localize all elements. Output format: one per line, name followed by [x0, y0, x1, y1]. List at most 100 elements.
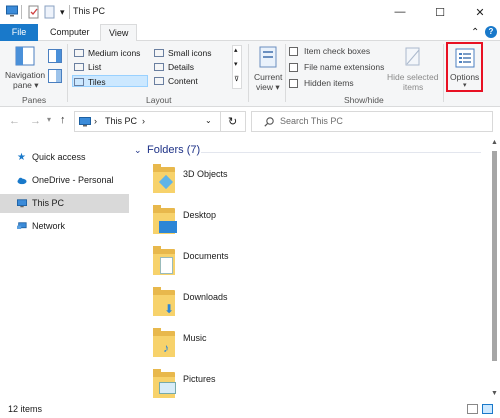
scroll-up-arrow-icon[interactable]: ▲	[491, 139, 498, 146]
help-icon[interactable]: ?	[485, 26, 497, 38]
tab-computer[interactable]: Computer	[42, 24, 98, 41]
navigation-pane-button[interactable]: Navigation pane ▾	[4, 43, 46, 93]
folder-pictures-icon	[150, 368, 178, 398]
sidebar-item-quick-access[interactable]: ★ Quick access	[0, 148, 129, 167]
folder-tile[interactable]: 3D Objects	[150, 163, 260, 195]
folder-downloads-icon: ⬇	[150, 286, 178, 316]
navigation-pane-sublabel: pane ▾	[13, 80, 39, 90]
item-check-boxes-checkbox[interactable]	[289, 47, 298, 56]
layout-medium-icons[interactable]: Medium icons	[74, 47, 140, 59]
search-placeholder: Search This PC	[280, 116, 343, 126]
preview-pane-button[interactable]	[48, 49, 62, 63]
address-bar[interactable]: › This PC › ⌄ ↻	[74, 111, 246, 132]
content-icon	[154, 77, 164, 85]
large-icons-view-toggle-icon[interactable]	[482, 404, 493, 414]
tab-view[interactable]: View	[100, 24, 138, 42]
current-view-button[interactable]: Current view ▾	[253, 44, 283, 92]
breadcrumb-chevron[interactable]: ›	[142, 116, 145, 126]
scrollbar-thumb[interactable]	[492, 151, 497, 361]
tab-file[interactable]: File	[0, 24, 38, 41]
folder-tile[interactable]: Documents	[150, 245, 260, 277]
options-button[interactable]: Options ▾	[446, 42, 483, 92]
hidden-items-toggle[interactable]: Hidden items	[289, 78, 379, 90]
options-icon	[455, 48, 475, 68]
options-dropdown-icon: ▾	[463, 82, 467, 89]
layout-gallery-scroll[interactable]: ▴ ▾ ⊽	[232, 45, 242, 89]
folder-music-icon: ♪	[150, 327, 178, 357]
back-arrow-icon[interactable]: ←	[9, 115, 20, 127]
layout-list[interactable]: List	[74, 61, 101, 73]
hide-selected-label: Hide selected	[387, 72, 439, 82]
vertical-scrollbar[interactable]: ▲ ▼	[489, 137, 500, 400]
address-row: ← → ▾ ↑ › This PC › ⌄ ↻ Search This PC	[0, 107, 500, 137]
search-box[interactable]: Search This PC	[251, 111, 493, 132]
sidebar-item-this-pc[interactable]: This PC	[0, 194, 129, 213]
customize-toolbar-icon[interactable]: ▾	[60, 5, 68, 19]
up-arrow-icon[interactable]: ↑	[60, 114, 66, 126]
ribbon-tabs: File Computer View ⌃ ?	[0, 24, 500, 42]
layout-caption: Layout	[146, 95, 172, 105]
explorer-app-icon	[6, 5, 18, 19]
sidebar-item-onedrive[interactable]: OneDrive - Personal	[0, 171, 129, 190]
layout-content[interactable]: Content	[154, 75, 198, 87]
scroll-down-icon[interactable]: ▾	[234, 60, 238, 68]
current-view-icon	[259, 46, 277, 68]
title-bar: ▾ This PC — ☐ ✕	[0, 0, 500, 24]
hide-selected-sublabel: items	[403, 82, 424, 92]
file-name-extensions-checkbox[interactable]	[289, 63, 298, 72]
folder-label: 3D Objects	[183, 169, 228, 179]
maximize-button[interactable]: ☐	[420, 0, 460, 24]
chevron-down-icon: ⌄	[134, 145, 142, 155]
folder-tile[interactable]: Pictures	[150, 368, 260, 400]
show-hide-caption: Show/hide	[344, 95, 384, 105]
breadcrumb-root-chevron[interactable]: ›	[94, 116, 97, 126]
breadcrumb-this-pc[interactable]: This PC	[105, 116, 137, 126]
navigation-pane: ★ Quick access OneDrive - Personal This …	[0, 137, 130, 400]
scroll-up-icon[interactable]: ▴	[234, 46, 238, 54]
network-icon	[17, 222, 27, 229]
recent-locations-icon[interactable]: ▾	[47, 115, 51, 124]
small-icons-icon	[154, 49, 164, 57]
hide-selected-icon	[405, 47, 420, 66]
status-bar: 12 items	[0, 400, 500, 418]
details-icon	[154, 63, 164, 71]
details-pane-icon	[48, 69, 62, 83]
pc-icon	[17, 199, 27, 208]
refresh-icon[interactable]: ↻	[228, 115, 237, 128]
collapse-ribbon-icon[interactable]: ⌃	[471, 27, 479, 38]
ribbon-view: Navigation pane ▾ Panes Medium icons Sma…	[0, 41, 500, 107]
expand-gallery-icon[interactable]: ⊽	[234, 75, 239, 83]
folder-tile[interactable]: ♪ Music	[150, 327, 260, 359]
cloud-icon	[17, 177, 27, 185]
layout-details[interactable]: Details	[154, 61, 194, 73]
layout-tiles[interactable]: Tiles	[72, 75, 148, 87]
current-view-label: Current	[254, 72, 283, 82]
close-button[interactable]: ✕	[460, 0, 500, 24]
forward-arrow-icon[interactable]: →	[30, 115, 41, 127]
preview-pane-icon	[48, 49, 62, 63]
details-view-toggle-icon[interactable]	[467, 404, 478, 414]
item-check-boxes-toggle[interactable]: Item check boxes	[289, 46, 379, 58]
folder-3d-objects-icon	[150, 163, 178, 193]
navigation-pane-label: Navigation	[5, 70, 46, 80]
folder-tile[interactable]: ⬇ Downloads	[150, 286, 260, 318]
folder-documents-icon	[150, 245, 178, 275]
list-icon	[74, 63, 84, 71]
minimize-button[interactable]: —	[380, 0, 420, 24]
layout-small-icons[interactable]: Small icons	[154, 47, 211, 59]
folder-label: Desktop	[183, 210, 217, 220]
scroll-down-arrow-icon[interactable]: ▼	[491, 390, 498, 397]
file-name-extensions-toggle[interactable]: File name extensions	[289, 62, 385, 74]
hidden-items-checkbox[interactable]	[289, 79, 298, 88]
details-pane-button[interactable]	[48, 69, 62, 83]
window-title: This PC	[73, 6, 106, 16]
search-icon	[264, 117, 274, 127]
address-dropdown-icon[interactable]: ⌄	[205, 116, 212, 125]
folder-tile[interactable]: Desktop	[150, 204, 260, 236]
new-folder-icon[interactable]	[44, 5, 56, 19]
properties-icon[interactable]	[28, 5, 40, 19]
medium-icons-icon	[74, 49, 84, 57]
hide-selected-items-button[interactable]: Hide selected items	[385, 44, 440, 92]
navigation-pane-icon	[15, 46, 35, 66]
sidebar-item-network[interactable]: Network	[0, 217, 129, 236]
